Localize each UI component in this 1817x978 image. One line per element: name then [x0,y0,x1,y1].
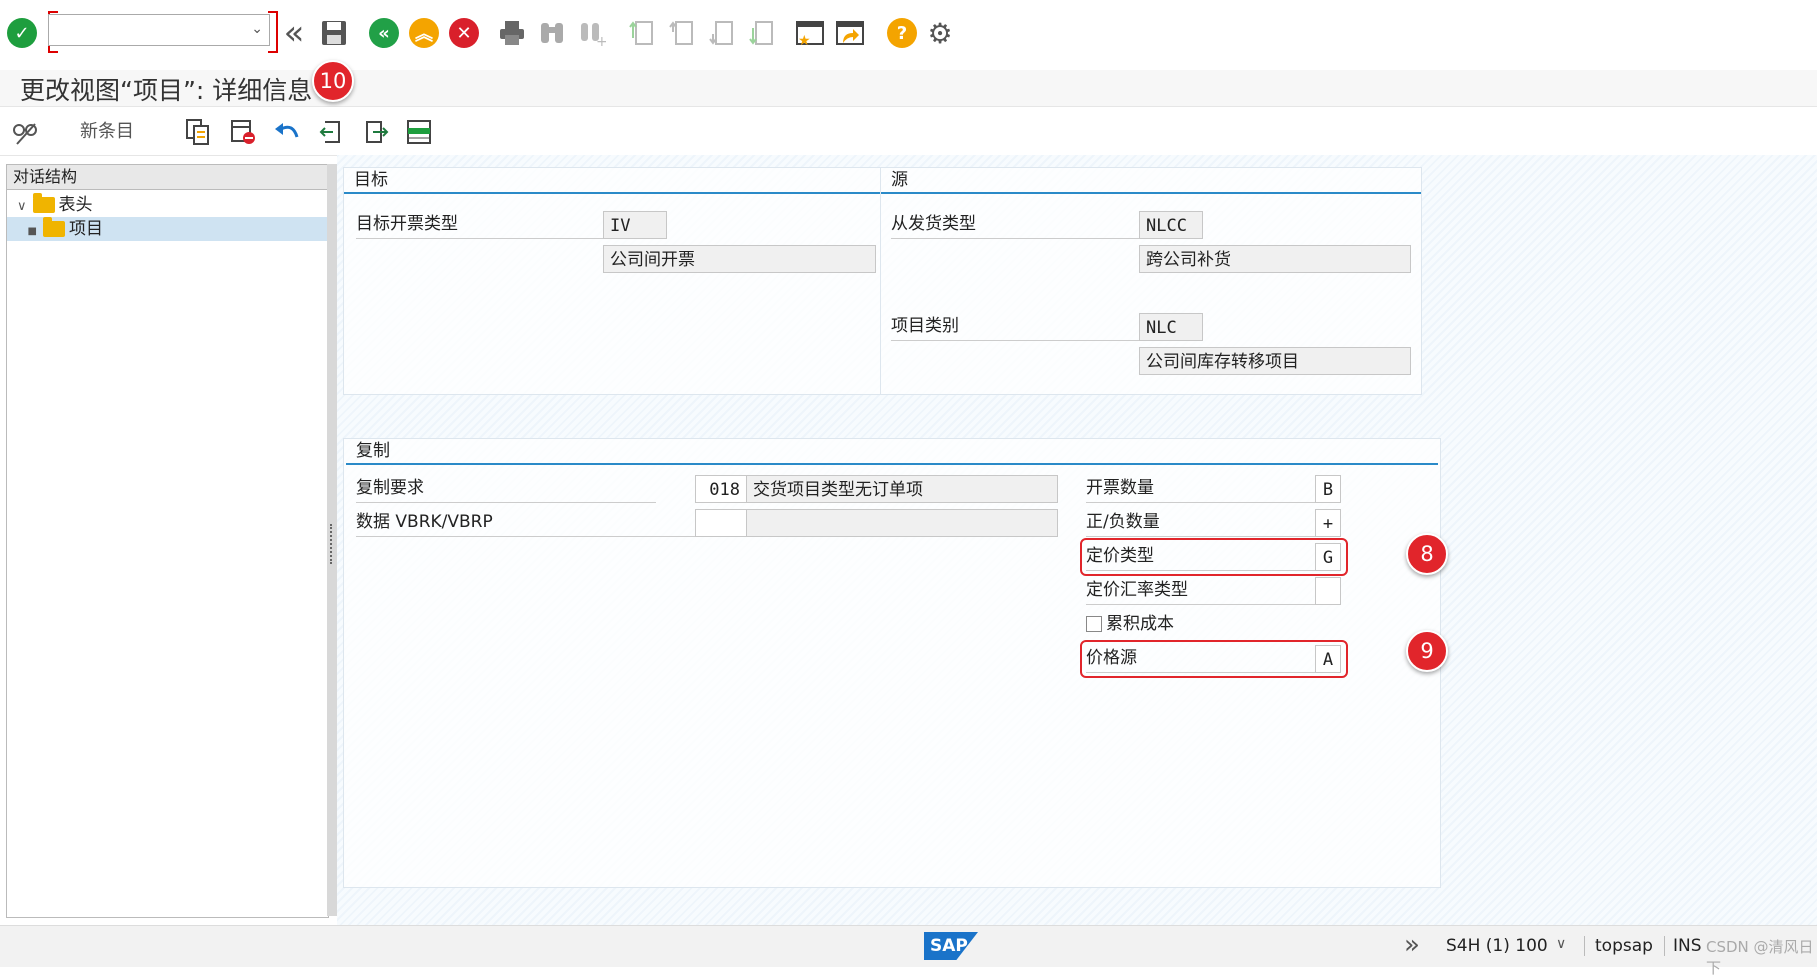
item-category-field[interactable]: NLC [1139,313,1203,341]
folder-icon [32,193,55,213]
next-page-icon[interactable] [706,17,738,49]
source-group: 源 从发货类型 NLCC 跨公司补货 项目类别 NLC 公司间库存转移项目 [880,167,1422,395]
copy-group-title: 复制 [346,439,1438,465]
tree-item-items[interactable]: ■ 项目 [7,217,328,241]
target-group-title: 目标 [344,168,880,194]
select-block-icon[interactable] [404,117,434,147]
chevron-down-icon[interactable]: ∨ [1556,936,1566,952]
find-next-icon[interactable]: + [576,17,608,49]
price-source-highlight [1080,640,1348,678]
item-category-label: 项目类别 [891,312,1141,341]
splitter-handle[interactable] [327,164,337,916]
system-info[interactable]: S4H (1) 100 [1446,936,1548,956]
user-info: topsap [1584,936,1653,956]
annotation-badge-10: 10 [312,60,354,102]
title-bar: 更改视图“项目”: 详细信息 [0,70,1817,107]
print-icon[interactable] [496,17,528,49]
command-field[interactable]: ⌄ [48,14,270,46]
create-session-icon[interactable]: ★ [794,17,826,49]
svg-text:+: + [596,34,606,47]
help-icon[interactable]: ? [886,17,918,49]
billing-quantity-label: 开票数量 [1086,474,1326,503]
dialog-structure-header: 对话结构 [7,165,328,190]
source-group-title: 源 [881,168,1421,194]
watermark: CSDN @清风日下 [1706,938,1814,977]
sign-quantity-label: 正/负数量 [1086,508,1326,537]
delivery-type-label: 从发货类型 [891,210,1141,239]
next-entry-icon[interactable] [360,117,390,147]
annotation-badge-9: 9 [1406,630,1448,672]
double-chevron-left-icon[interactable]: « [278,13,310,53]
system-toolbar: ✓ ⌄ « « ︽ ✕ + ★ ? ⚙ [0,0,1817,71]
billing-type-label: 目标开票类型 [356,210,606,239]
cumulate-cost-checkbox[interactable] [1086,616,1102,632]
chevron-down-icon[interactable]: ⌄ [251,21,263,37]
previous-page-icon[interactable] [666,17,698,49]
billing-quantity-field[interactable]: B [1315,475,1341,503]
billing-type-description: 公司间开票 [603,245,876,273]
application-toolbar: 新条目 [0,107,1817,156]
status-bar: SAP » S4H (1) 100 ∨ topsap INS CSDN @清风日… [0,925,1817,977]
insert-mode[interactable]: INS [1664,936,1702,956]
shortcut-icon[interactable] [834,17,866,49]
back-icon[interactable]: « [368,17,400,49]
gear-icon[interactable]: ⚙ [924,17,956,50]
sign-quantity-field[interactable]: + [1315,509,1341,537]
cumulate-cost-label: 累积成本 [1106,614,1174,634]
open-folder-icon [43,217,65,237]
copy-requirement-label: 复制要求 [356,474,656,503]
data-vbrk-vbrp-label: 数据 VBRK/VBRP [356,508,696,537]
item-category-description: 公司间库存转移项目 [1139,347,1411,375]
enter-icon[interactable]: ✓ [6,17,38,49]
chevron-down-icon[interactable]: ∨ [17,199,27,214]
tree-item-label: 表头 [58,195,93,215]
previous-entry-icon[interactable] [316,117,346,147]
page-title: 更改视图“项目”: 详细信息 [20,76,313,105]
find-icon[interactable] [536,17,568,49]
detail-area: 目标 目标开票类型 IV 公司间开票 源 从发货类型 NLCC 跨公司补货 项目… [337,155,1817,925]
last-page-icon[interactable] [746,17,778,49]
copy-group: 复制 复制要求 018 交货项目类型无订单项 数据 VBRK/VBRP 开票数量… [343,438,1441,888]
display-change-icon[interactable] [10,117,40,147]
copy-as-icon[interactable] [183,117,213,147]
billing-type-field[interactable]: IV [603,211,667,239]
save-icon[interactable] [318,17,350,49]
pricing-type-highlight [1080,538,1348,576]
delivery-type-description: 跨公司补货 [1139,245,1411,273]
expand-status-icon[interactable]: » [1404,930,1420,960]
annotation-badge-8: 8 [1406,533,1448,575]
command-field-highlight-right [268,11,278,53]
cumulate-cost-checkbox-row[interactable]: 累积成本 [1086,610,1174,638]
dialog-structure-panel: 对话结构 ∨ 表头 ■ 项目 [6,164,329,918]
copy-requirement-field[interactable]: 018 [695,475,747,503]
data-vbrk-vbrp-description [746,509,1058,537]
undo-icon[interactable] [272,117,302,147]
delivery-type-field[interactable]: NLCC [1139,211,1203,239]
new-entries-button[interactable]: 新条目 [80,117,134,147]
exchange-rate-type-field[interactable] [1315,577,1341,605]
tree-item-label: 项目 [69,219,103,239]
tree-item-header[interactable]: ∨ 表头 [17,193,93,217]
first-page-icon[interactable] [626,17,658,49]
exchange-rate-type-label: 定价汇率类型 [1086,576,1326,605]
exit-icon[interactable]: ︽ [408,17,440,49]
target-group: 目标 目标开票类型 IV 公司间开票 [343,167,881,395]
copy-requirement-description: 交货项目类型无订单项 [746,475,1058,503]
svg-text:★: ★ [798,33,811,47]
tree-bullet-icon: ■ [27,226,37,237]
data-vbrk-vbrp-field[interactable] [695,509,747,537]
cancel-icon[interactable]: ✕ [448,17,480,49]
command-input[interactable] [49,15,237,45]
delete-icon[interactable] [228,117,258,147]
sap-logo: SAP [924,932,978,960]
